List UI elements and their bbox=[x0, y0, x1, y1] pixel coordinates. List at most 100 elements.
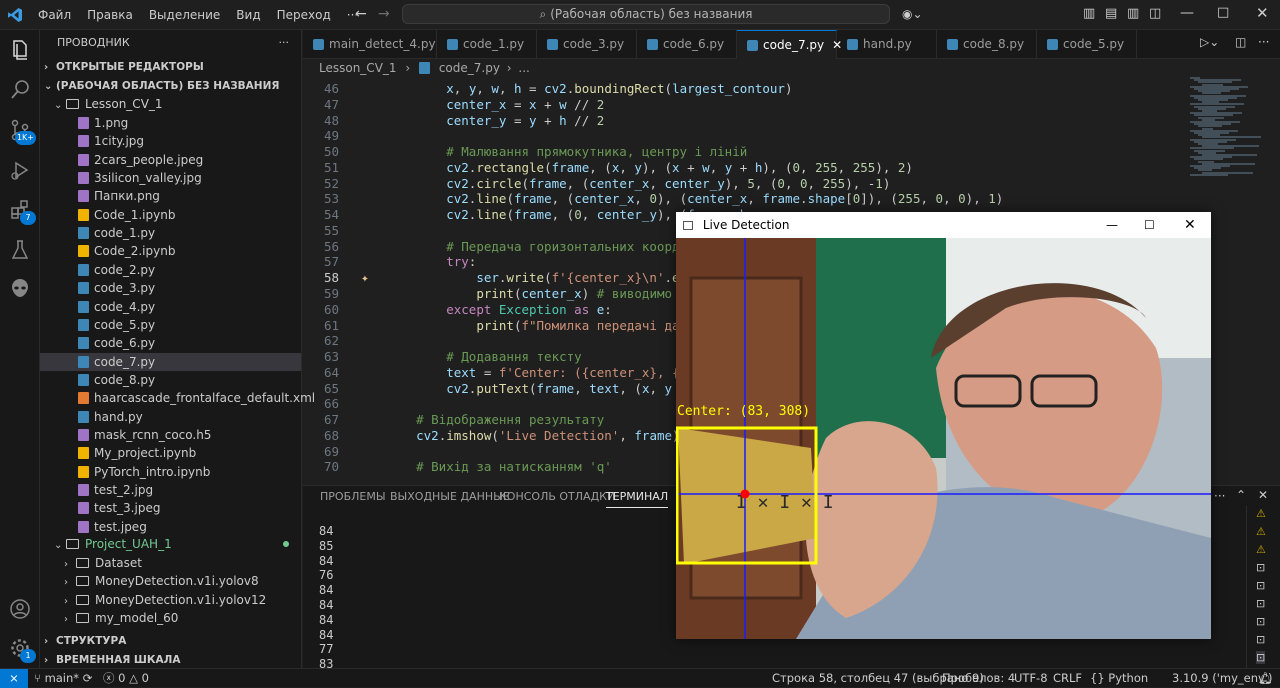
code-line[interactable]: center_y = y + h // 2 bbox=[386, 113, 604, 128]
close-panel-icon[interactable]: ✕ bbox=[1258, 488, 1268, 502]
account-icon[interactable] bbox=[8, 597, 32, 621]
code-line[interactable]: # Відображення результату bbox=[386, 412, 604, 427]
code-line[interactable]: # Малювання прямокутника, центру і ліній bbox=[386, 144, 747, 159]
file-item[interactable]: My_project.ipynb bbox=[40, 444, 301, 462]
language-mode[interactable]: {} Python bbox=[1090, 669, 1148, 687]
workspace-section[interactable]: ⌄ (РАБОЧАЯ ОБЛАСТЬ) БЕЗ НАЗВАНИЯ bbox=[40, 76, 301, 94]
subfolder-item[interactable]: › my_model_60 bbox=[40, 609, 301, 627]
timeline-section[interactable]: › ВРЕМЕННАЯ ШКАЛА bbox=[40, 650, 301, 668]
indentation[interactable]: Пробелов: 4 bbox=[942, 669, 1015, 687]
branch-status[interactable]: ⑂ main* ⟳ bbox=[34, 669, 92, 687]
file-item[interactable]: code_6.py bbox=[40, 334, 301, 352]
live-maximize-icon[interactable]: ☐ bbox=[1144, 212, 1155, 238]
more-actions-icon[interactable]: ··· bbox=[279, 30, 290, 56]
search-sidebar-icon[interactable] bbox=[8, 78, 32, 102]
terminal-icon[interactable]: ⊡ bbox=[1256, 615, 1265, 628]
file-item[interactable]: Code_1.ipynb bbox=[40, 206, 301, 224]
file-item[interactable]: code_8.py bbox=[40, 371, 301, 389]
editor-tab[interactable]: code_6.py bbox=[637, 30, 737, 59]
folder-project-uah-1[interactable]: ⌄ Project_UAH_1 bbox=[40, 535, 301, 553]
back-arrow-icon[interactable]: ← bbox=[355, 6, 367, 22]
terminal-icon[interactable]: ⊡ bbox=[1256, 561, 1265, 574]
explorer-icon[interactable] bbox=[8, 38, 32, 62]
menu-edit[interactable]: Правка bbox=[79, 8, 141, 22]
minimize-icon[interactable]: — bbox=[1180, 5, 1194, 21]
run-python-icon[interactable]: ▷⌄ bbox=[1200, 35, 1219, 49]
file-item[interactable]: code_7.py bbox=[40, 352, 301, 371]
editor-more-icon[interactable]: ··· bbox=[1258, 35, 1269, 49]
editor-tab[interactable]: code_3.py bbox=[537, 30, 637, 59]
file-item[interactable]: test.jpeg bbox=[40, 518, 301, 536]
warning-icon[interactable]: ⚠ bbox=[1256, 507, 1266, 520]
live-detection-window[interactable]: Live Detection — ☐ ✕ I ✕ I ✕ I Center: (… bbox=[676, 212, 1211, 639]
alien-extension-icon[interactable] bbox=[8, 276, 32, 300]
terminal-icon[interactable]: ⊡ bbox=[1256, 597, 1265, 610]
layout-sidebar-icon[interactable]: ▥ bbox=[1083, 6, 1095, 21]
editor-tab[interactable]: main_detect_4.py bbox=[303, 30, 437, 59]
subfolder-item[interactable]: › MoneyDetection.v1i.yolov8 bbox=[40, 572, 301, 590]
code-line[interactable]: cv2.imshow('Live Detection', frame) bbox=[386, 428, 679, 443]
file-item[interactable]: code_5.py bbox=[40, 316, 301, 334]
breadcrumb-file[interactable]: code_7.py bbox=[439, 61, 500, 75]
code-line[interactable]: cv2.line(frame, (center_x, 0), (center_x… bbox=[386, 191, 1003, 206]
extensions-icon[interactable]: 7 bbox=[8, 198, 36, 225]
file-item[interactable]: 1city.jpg bbox=[40, 132, 301, 150]
notifications-bell-icon[interactable]: 🔔︎ bbox=[1258, 669, 1273, 687]
code-line[interactable]: cv2.circle(frame, (center_x, center_y), … bbox=[386, 176, 890, 191]
file-item[interactable]: PyTorch_intro.ipynb bbox=[40, 463, 301, 481]
editor-tab[interactable]: code_8.py bbox=[937, 30, 1037, 59]
run-debug-icon[interactable] bbox=[8, 158, 32, 182]
menu-go[interactable]: Переход bbox=[269, 8, 339, 22]
file-item[interactable]: test_3.jpeg bbox=[40, 499, 301, 517]
live-window-titlebar[interactable]: Live Detection — ☐ ✕ bbox=[676, 212, 1211, 238]
warning-icon[interactable]: ⚠ bbox=[1256, 543, 1266, 556]
encoding[interactable]: UTF-8 bbox=[1014, 669, 1048, 687]
terminal-icon[interactable]: ⊡ bbox=[1256, 579, 1265, 592]
subfolder-item[interactable]: › Dataset bbox=[40, 554, 301, 572]
terminal-icon[interactable]: ⊡ bbox=[1256, 633, 1265, 646]
problems-status[interactable]: ⓧ 0 △ 0 bbox=[103, 669, 149, 687]
breadcrumb-more[interactable]: ... bbox=[518, 61, 529, 75]
close-icon[interactable]: ✕ bbox=[1256, 4, 1269, 22]
live-close-icon[interactable]: ✕ bbox=[1184, 212, 1196, 238]
editor-tab[interactable]: code_1.py bbox=[437, 30, 537, 59]
copilot-sparkle-icon[interactable]: ✦ bbox=[361, 271, 369, 286]
file-item[interactable]: 3silicon_valley.jpg bbox=[40, 169, 301, 187]
live-minimize-icon[interactable]: — bbox=[1106, 212, 1118, 238]
file-item[interactable]: 1.png bbox=[40, 114, 301, 132]
copilot-icon[interactable]: ◉⌄ bbox=[902, 7, 923, 21]
code-line[interactable]: # Вихід за натисканням 'q' bbox=[386, 459, 612, 474]
file-item[interactable]: hand.py bbox=[40, 408, 301, 426]
folder-lesson-cv-1[interactable]: ⌄ Lesson_CV_1 bbox=[40, 95, 301, 113]
file-item[interactable]: mask_rcnn_coco.h5 bbox=[40, 426, 301, 444]
file-item[interactable]: test_2.jpg bbox=[40, 481, 301, 499]
code-line[interactable]: # Додавання тексту bbox=[386, 349, 581, 364]
customize-layout-icon[interactable]: ◫ bbox=[1149, 6, 1161, 21]
tab-terminal[interactable]: ТЕРМИНАЛ bbox=[606, 486, 669, 508]
layout-panel-icon[interactable]: ▤ bbox=[1105, 6, 1117, 21]
maximize-icon[interactable]: □ bbox=[1217, 5, 1229, 20]
file-item[interactable]: code_2.py bbox=[40, 261, 301, 279]
file-item[interactable]: Code_2.ipynb bbox=[40, 242, 301, 260]
outline-section[interactable]: › СТРУКТУРА bbox=[40, 631, 301, 649]
split-editor-icon[interactable]: ◫ bbox=[1235, 35, 1246, 49]
settings-gear-icon[interactable]: 1 bbox=[8, 636, 36, 663]
editor-tab[interactable]: code_5.py bbox=[1037, 30, 1137, 59]
subfolder-item[interactable]: › MoneyDetection.v1i.yolov12 bbox=[40, 591, 301, 609]
line-ending[interactable]: CRLF bbox=[1053, 669, 1082, 687]
terminal-icon[interactable]: ⊡ bbox=[1256, 651, 1266, 664]
code-line[interactable]: try: bbox=[386, 254, 476, 269]
file-item[interactable]: Папки.png bbox=[40, 187, 301, 205]
menu-view[interactable]: Вид bbox=[228, 8, 268, 22]
file-item[interactable]: code_1.py bbox=[40, 224, 301, 242]
file-item[interactable]: code_4.py bbox=[40, 298, 301, 316]
code-line[interactable]: center_x = x + w // 2 bbox=[386, 97, 604, 112]
breadcrumb-folder[interactable]: Lesson_CV_1 bbox=[319, 61, 397, 75]
file-item[interactable]: code_3.py bbox=[40, 279, 301, 297]
source-control-icon[interactable]: 1K+ bbox=[8, 118, 36, 145]
code-line[interactable]: except Exception as e: bbox=[386, 302, 612, 317]
command-center-search[interactable]: ⌕ (Рабочая область) без названия bbox=[402, 4, 890, 24]
menu-file[interactable]: Файл bbox=[30, 8, 79, 22]
tab-output[interactable]: ВЫХОДНЫЕ ДАННЫЕ bbox=[390, 486, 510, 508]
editor-tab[interactable]: code_7.py ✕ bbox=[737, 30, 842, 59]
